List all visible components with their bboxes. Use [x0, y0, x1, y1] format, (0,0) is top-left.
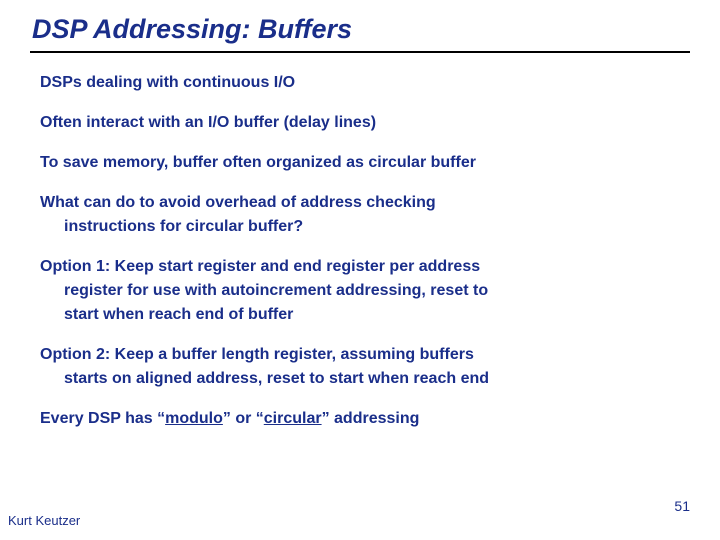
para-6-line1: Option 2: Keep a buffer length register,…	[40, 346, 474, 363]
para-4-line2: instructions for circular buffer?	[40, 215, 686, 239]
para-3: To save memory, buffer often organized a…	[40, 151, 686, 175]
para-5-line2: register for use with autoincrement addr…	[40, 279, 686, 303]
para-7-mid: ” or “	[223, 410, 264, 427]
para-7-post: ” addressing	[322, 410, 420, 427]
para-5-line1: Option 1: Keep start register and end re…	[40, 258, 480, 275]
para-7: Every DSP has “modulo” or “circular” add…	[40, 407, 686, 431]
para-7-u2: circular	[264, 410, 322, 427]
slide-title: DSP Addressing: Buffers	[30, 14, 690, 45]
page-number: 51	[674, 498, 690, 514]
para-5: Option 1: Keep start register and end re…	[40, 255, 686, 327]
para-4-line1: What can do to avoid overhead of address…	[40, 194, 436, 211]
title-rule	[30, 51, 690, 53]
para-5-line3: start when reach end of buffer	[40, 303, 686, 327]
slide-body: DSPs dealing with continuous I/O Often i…	[30, 71, 690, 431]
slide: DSP Addressing: Buffers DSPs dealing wit…	[0, 0, 720, 540]
footer-author: Kurt Keutzer	[8, 513, 80, 528]
para-6-line2: starts on aligned address, reset to star…	[40, 367, 686, 391]
para-1: DSPs dealing with continuous I/O	[40, 71, 686, 95]
para-7-pre: Every DSP has “	[40, 410, 165, 427]
para-4: What can do to avoid overhead of address…	[40, 191, 686, 239]
para-2: Often interact with an I/O buffer (delay…	[40, 111, 686, 135]
para-7-u1: modulo	[165, 410, 223, 427]
para-6: Option 2: Keep a buffer length register,…	[40, 343, 686, 391]
